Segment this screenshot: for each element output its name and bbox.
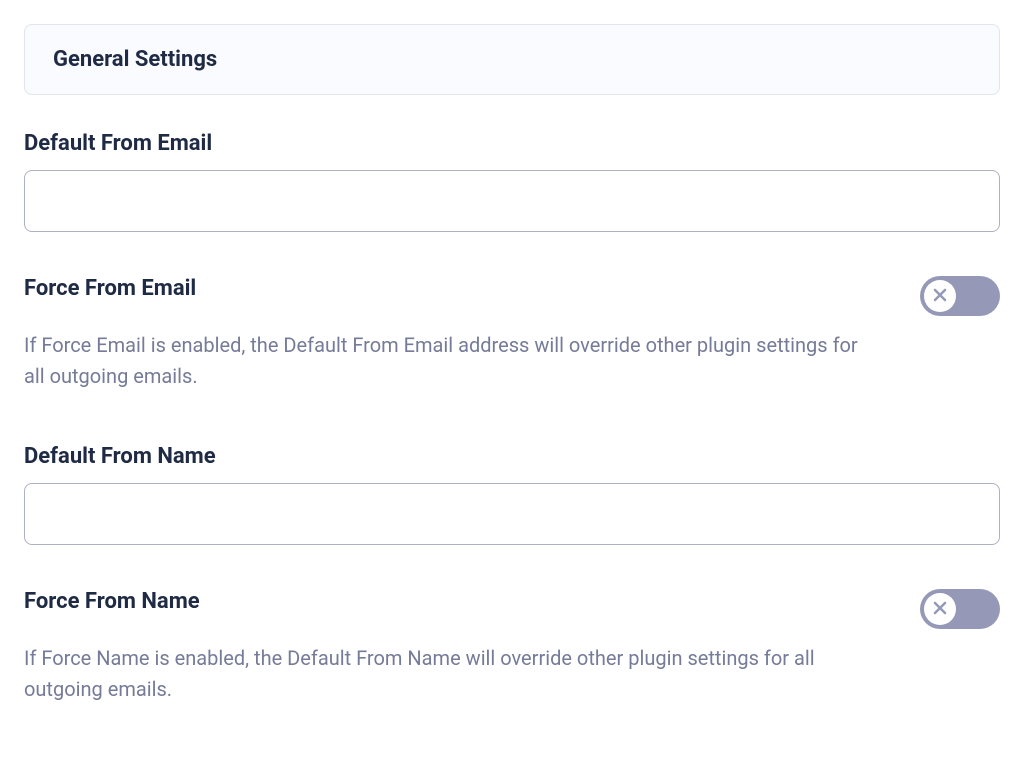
- default-from-email-input[interactable]: [24, 170, 1000, 232]
- close-icon: [933, 287, 947, 306]
- field-force-from-name: Force From Name If Force Name is enabled…: [24, 589, 1000, 705]
- toggle-knob: [924, 593, 956, 625]
- force-from-email-toggle[interactable]: [920, 276, 1000, 316]
- field-force-from-email: Force From Email If Force Email is enabl…: [24, 276, 1000, 392]
- section-title: General Settings: [53, 47, 971, 72]
- force-from-email-label: Force From Email: [24, 276, 196, 301]
- default-from-name-input[interactable]: [24, 483, 1000, 545]
- toggle-knob: [924, 280, 956, 312]
- force-from-name-row: Force From Name: [24, 589, 1000, 629]
- close-icon: [933, 600, 947, 619]
- default-from-email-label: Default From Email: [24, 131, 1000, 156]
- force-from-name-label: Force From Name: [24, 589, 200, 614]
- force-from-name-help: If Force Name is enabled, the Default Fr…: [24, 643, 874, 705]
- section-header: General Settings: [24, 24, 1000, 95]
- force-from-email-help: If Force Email is enabled, the Default F…: [24, 330, 874, 392]
- default-from-name-label: Default From Name: [24, 444, 1000, 469]
- field-default-from-email: Default From Email: [24, 131, 1000, 232]
- field-default-from-name: Default From Name: [24, 444, 1000, 545]
- force-from-email-row: Force From Email: [24, 276, 1000, 316]
- force-from-name-toggle[interactable]: [920, 589, 1000, 629]
